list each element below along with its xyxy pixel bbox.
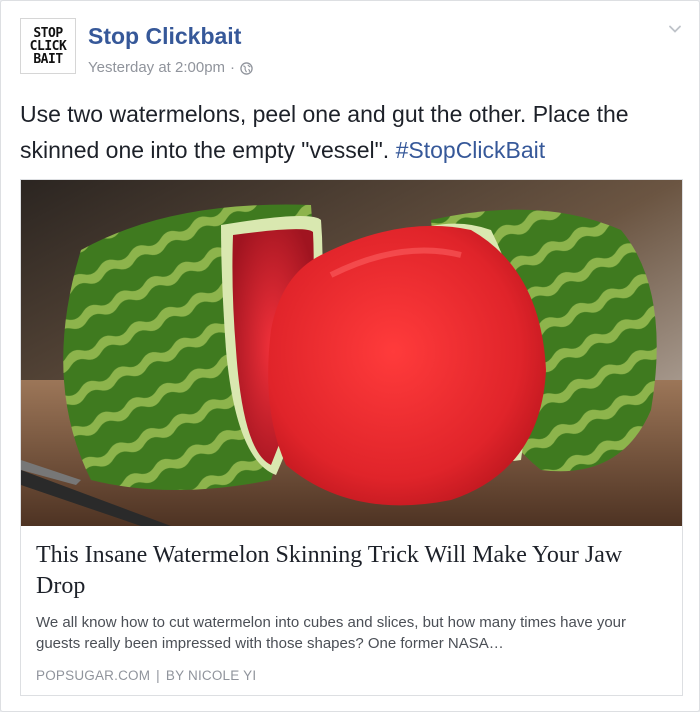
- hashtag-link[interactable]: #StopClickBait: [396, 137, 546, 163]
- source-domain: POPSUGAR.COM: [36, 668, 151, 683]
- page-name-link[interactable]: Stop Clickbait: [88, 22, 241, 50]
- source-byline: BY NICOLE YI: [165, 668, 257, 683]
- link-preview-image[interactable]: [21, 180, 682, 526]
- post-meta: Yesterday at 2:00pm ·: [88, 59, 253, 77]
- page-avatar[interactable]: STOP CLICK BAIT: [20, 18, 76, 74]
- post-card: STOP CLICK BAIT Stop Clickbait Yesterday…: [0, 0, 700, 712]
- post-timestamp[interactable]: Yesterday at 2:00pm: [88, 59, 225, 77]
- chevron-down-icon[interactable]: [667, 21, 683, 37]
- source-separator: |: [156, 668, 160, 683]
- link-source: POPSUGAR.COM | BY NICOLE YI: [36, 668, 666, 683]
- post-message: Use two watermelons, peel one and gut th…: [20, 96, 682, 168]
- link-preview-card[interactable]: This Insane Watermelon Skinning Trick Wi…: [20, 179, 683, 696]
- globe-icon[interactable]: [240, 61, 253, 75]
- avatar-line-3: BAIT: [33, 51, 63, 67]
- link-preview-text: This Insane Watermelon Skinning Trick Wi…: [36, 540, 666, 683]
- link-description: We all know how to cut watermelon into c…: [36, 614, 627, 652]
- meta-separator: ·: [230, 59, 236, 76]
- link-title[interactable]: This Insane Watermelon Skinning Trick Wi…: [36, 540, 666, 602]
